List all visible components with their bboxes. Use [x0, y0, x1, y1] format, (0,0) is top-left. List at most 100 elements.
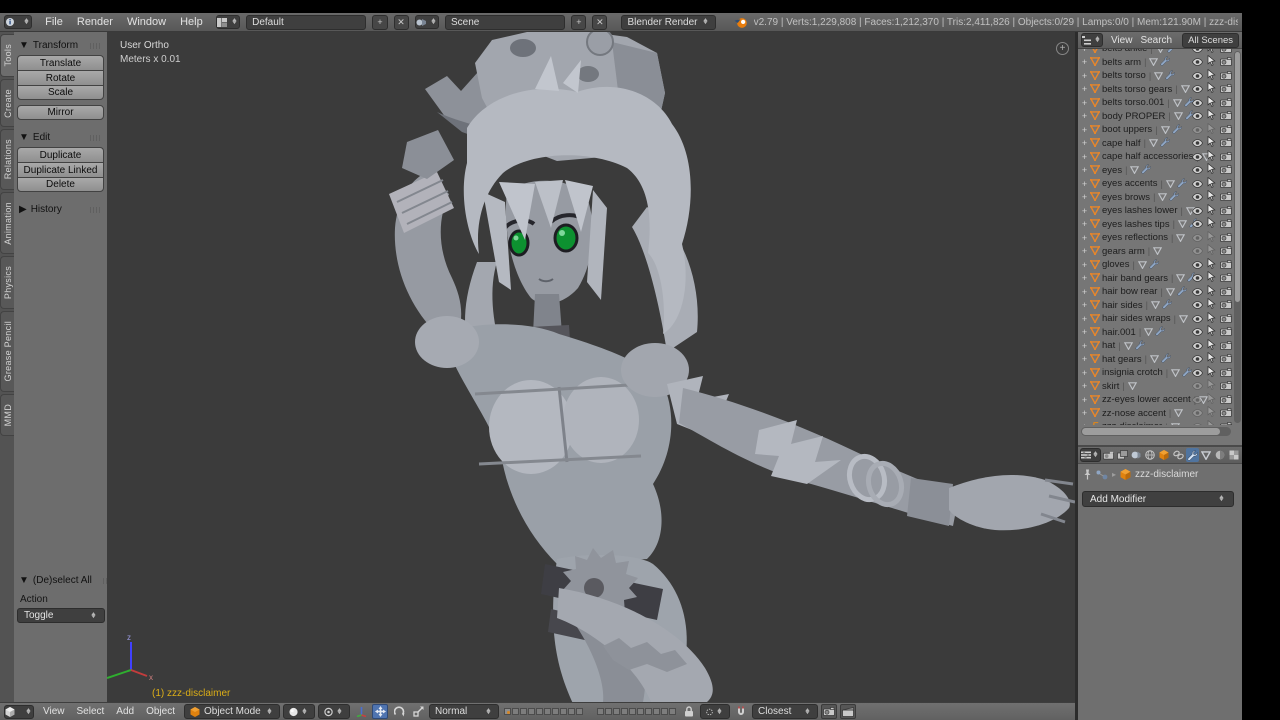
object-name[interactable]: belts torso — [1102, 70, 1146, 81]
scene-name-field[interactable]: Scene — [445, 15, 565, 30]
proportional-edit-select[interactable]: ▲▼ — [700, 704, 730, 719]
viewport-menu-add[interactable]: Add — [110, 706, 140, 717]
layer-cell[interactable] — [512, 708, 519, 715]
viewport-menu-select[interactable]: Select — [71, 706, 111, 717]
panel-grip[interactable] — [90, 207, 102, 213]
history-panel-header[interactable]: ▶History — [19, 204, 104, 215]
object-name[interactable]: zz-nose accent — [1102, 408, 1166, 419]
expand-icon[interactable]: + — [1081, 422, 1088, 425]
snap-magnet-icon[interactable] — [733, 704, 749, 719]
region-expand-plus[interactable]: + — [1056, 42, 1069, 55]
object-name[interactable]: cape half — [1102, 138, 1141, 149]
expand-icon[interactable]: + — [1081, 57, 1088, 67]
properties-tab-render-icon[interactable] — [1102, 448, 1115, 462]
editor-type-3dview-button[interactable]: ▲▼ — [4, 705, 34, 719]
expand-icon[interactable]: + — [1081, 206, 1088, 216]
layer-cell[interactable] — [520, 708, 527, 715]
shelf-tab-grease-pencil[interactable]: Grease Pencil — [0, 311, 14, 391]
transform-scale-button[interactable]: Scale — [17, 85, 104, 100]
viewport-shading-select[interactable]: ▲▼ — [283, 704, 315, 719]
expand-icon[interactable]: + — [1081, 341, 1088, 351]
object-name[interactable]: eyes brows — [1102, 192, 1150, 203]
layer-cell[interactable] — [597, 708, 604, 715]
expand-icon[interactable]: + — [1081, 125, 1088, 135]
expand-icon[interactable]: + — [1081, 300, 1088, 310]
breadcrumb-object-name[interactable]: zzz-disclaimer — [1135, 469, 1198, 480]
expand-icon[interactable]: + — [1081, 192, 1088, 202]
outliner-hscrollbar[interactable] — [1081, 427, 1231, 436]
properties-tab-texture-icon[interactable] — [1228, 448, 1241, 462]
scene-icon-button[interactable]: ▲▼ — [415, 15, 439, 29]
object-name[interactable]: hair band gears — [1102, 273, 1168, 284]
shelf-tab-mmd[interactable]: MMD — [0, 394, 14, 436]
layer-grid-2[interactable] — [597, 708, 676, 715]
shelf-tab-relations[interactable]: Relations — [0, 129, 14, 189]
lock-to-scene-icon[interactable] — [681, 704, 697, 719]
screen-layout-name-field[interactable]: Default — [246, 15, 366, 30]
layer-cell[interactable] — [613, 708, 620, 715]
expand-icon[interactable]: + — [1081, 219, 1088, 229]
manipulator-axis-icon[interactable] — [353, 704, 369, 719]
edit-duplicate-button[interactable]: Duplicate — [17, 147, 104, 162]
panel-grip[interactable] — [90, 135, 102, 141]
transform-translate-button[interactable]: Translate — [17, 55, 104, 70]
menu-window[interactable]: Window — [120, 16, 173, 28]
outliner-vscrollbar[interactable] — [1234, 51, 1241, 423]
object-name[interactable]: belts torso.001 — [1102, 97, 1164, 108]
expand-icon[interactable]: + — [1081, 49, 1088, 54]
expand-icon[interactable]: + — [1081, 368, 1088, 378]
editor-type-outliner-button[interactable]: ▲▼ — [1081, 33, 1103, 47]
object-name[interactable]: hair sides — [1102, 300, 1143, 311]
mode-select[interactable]: Object Mode ▲▼ — [184, 704, 280, 719]
expand-icon[interactable]: + — [1081, 98, 1088, 108]
layer-cell[interactable] — [536, 708, 543, 715]
mirror-button[interactable]: Mirror — [17, 105, 104, 120]
layer-cell[interactable] — [669, 708, 676, 715]
expand-icon[interactable]: + — [1081, 233, 1088, 243]
object-name[interactable]: gloves — [1102, 259, 1129, 270]
screen-layout-icon-button[interactable]: ▲▼ — [216, 15, 240, 29]
add-modifier-select[interactable]: Add Modifier ▲▼ — [1082, 491, 1234, 507]
transform-rotate-button[interactable]: Rotate — [17, 70, 104, 85]
outliner-menu-view[interactable]: View — [1107, 35, 1137, 46]
manipulator-rotate-button[interactable] — [391, 704, 407, 719]
expand-icon[interactable]: + — [1081, 260, 1088, 270]
snap-target-select[interactable]: Closest ▲▼ — [752, 704, 818, 719]
layer-cell[interactable] — [528, 708, 535, 715]
properties-tab-constraints-icon[interactable] — [1172, 448, 1185, 462]
display-filter-select[interactable]: All Scenes — [1182, 33, 1239, 48]
expand-icon[interactable]: + — [1081, 408, 1088, 418]
shelf-tab-tools[interactable]: Tools — [0, 34, 14, 77]
layer-cell[interactable] — [629, 708, 636, 715]
expand-icon[interactable]: + — [1081, 111, 1088, 121]
add-scene-button[interactable]: + — [571, 15, 586, 30]
viewport-3d[interactable]: z y x User Ortho Meters x 0.01 (1) zzz-d… — [107, 32, 1075, 702]
editor-type-properties-button[interactable]: ▲▼ — [1080, 448, 1101, 462]
shelf-tab-create[interactable]: Create — [0, 79, 14, 128]
expand-icon[interactable]: + — [1081, 287, 1088, 297]
object-name[interactable]: hat — [1102, 340, 1115, 351]
manipulator-scale-button[interactable] — [410, 704, 426, 719]
object-name[interactable]: zzz-disclaimer — [1102, 421, 1162, 425]
pivot-point-select[interactable]: ▲▼ — [318, 704, 350, 719]
expand-icon[interactable]: + — [1081, 246, 1088, 256]
properties-tab-object-icon[interactable] — [1158, 448, 1171, 462]
object-name[interactable]: hat gears — [1102, 354, 1142, 365]
expand-icon[interactable]: + — [1081, 138, 1088, 148]
add-layout-button[interactable]: + — [372, 15, 387, 30]
object-name[interactable]: eyes lashes tips — [1102, 219, 1170, 230]
expand-icon[interactable]: + — [1081, 71, 1088, 81]
transform-orientation-select[interactable]: Normal ▲▼ — [429, 704, 499, 719]
expand-icon[interactable]: + — [1081, 327, 1088, 337]
panel-grip[interactable] — [90, 43, 102, 49]
layer-cell[interactable] — [568, 708, 575, 715]
pin-icon[interactable] — [1083, 469, 1092, 480]
expand-icon[interactable]: + — [1081, 179, 1088, 189]
visibility-eye-icon[interactable] — [1192, 418, 1203, 425]
layer-cell[interactable] — [645, 708, 652, 715]
object-name[interactable]: hair bow rear — [1102, 286, 1157, 297]
shelf-tab-physics[interactable]: Physics — [0, 256, 14, 309]
expand-icon[interactable]: + — [1081, 84, 1088, 94]
editor-type-info-button[interactable]: ▲▼ — [4, 15, 32, 29]
object-name[interactable]: skirt — [1102, 381, 1119, 392]
